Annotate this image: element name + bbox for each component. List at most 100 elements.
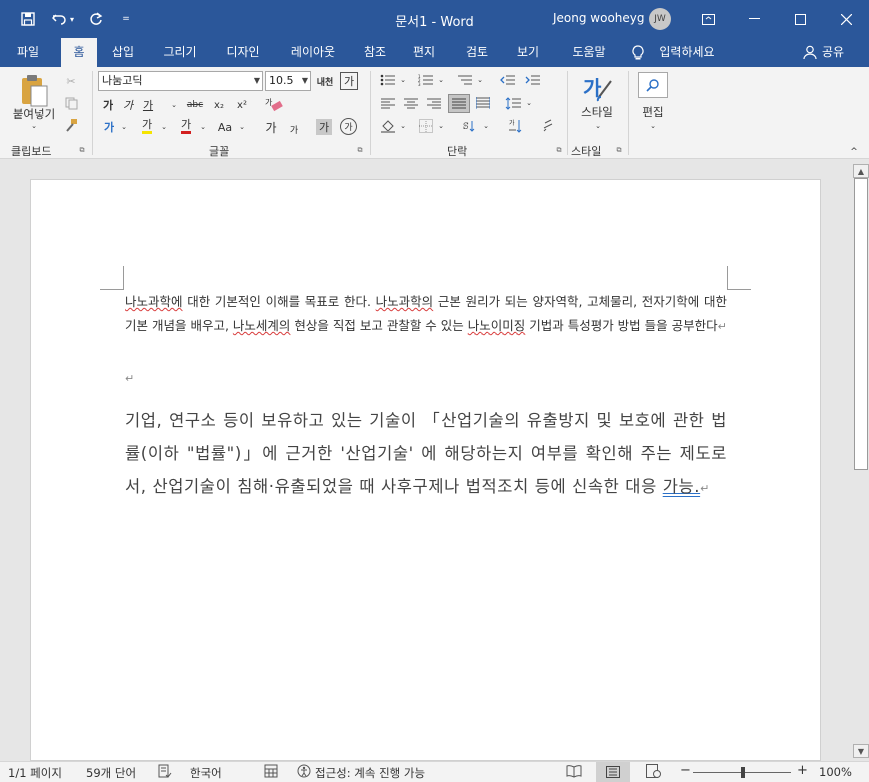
font-launcher-icon[interactable]: ⧉ (355, 145, 365, 155)
tab-mailings[interactable]: 편지 (404, 38, 444, 67)
paste-icon[interactable] (18, 73, 50, 109)
scroll-down-icon[interactable]: ▼ (853, 744, 869, 758)
phonetic-guide-icon[interactable]: 가 (340, 72, 358, 90)
proofing-icon[interactable] (158, 764, 172, 781)
vertical-scrollbar[interactable]: ▲ ▼ (853, 162, 869, 761)
shrink-font-button[interactable]: 가 (285, 121, 303, 137)
char-shading-button[interactable]: 가 (316, 119, 332, 135)
zoom-slider-thumb[interactable] (741, 767, 745, 778)
scroll-up-icon[interactable]: ▲ (853, 164, 869, 178)
copy-icon[interactable] (63, 95, 79, 111)
tab-home[interactable]: 홈 (61, 38, 97, 67)
minimize-icon[interactable] (731, 0, 777, 38)
shading-icon[interactable] (379, 118, 397, 134)
font-size-select[interactable]: 10.5 ▼ (265, 71, 311, 91)
styles-chevron-icon[interactable]: ⌄ (592, 121, 604, 131)
borders-icon[interactable] (417, 118, 435, 134)
styles-button[interactable]: 스타일 (574, 105, 620, 119)
editing-chevron-icon[interactable]: ⌄ (647, 121, 659, 131)
collapse-ribbon-icon[interactable]: ^ (848, 147, 860, 157)
tab-references[interactable]: 참조 (355, 38, 395, 67)
borders-chevron-icon[interactable]: ⌄ (436, 119, 446, 133)
subscript-button[interactable]: x₂ (211, 97, 227, 113)
close-icon[interactable] (823, 0, 869, 38)
search-icon[interactable] (638, 72, 668, 98)
underline-chevron-icon[interactable]: ⌄ (169, 97, 179, 113)
lightbulb-icon[interactable] (628, 38, 648, 67)
paragraph-1[interactable]: 나노과학에 대한 기본적인 이해를 목표로 한다. 나노과학의 근본 원리가 되… (125, 290, 727, 339)
paragraph-direction-icon[interactable]: ꕷ (462, 118, 480, 134)
highlight-color-button[interactable]: 가 (136, 117, 158, 135)
strikethrough-button[interactable]: abc (184, 97, 206, 113)
bold-button[interactable]: 가 (101, 97, 115, 113)
tab-layout[interactable]: 레이아웃 (280, 38, 346, 67)
bullets-chevron-icon[interactable]: ⌄ (398, 73, 408, 87)
paragraph-2[interactable]: 기업, 연구소 등이 보유하고 있는 기술이 「산업기술의 유출방지 및 보호에… (125, 404, 727, 505)
show-marks-icon[interactable] (540, 118, 556, 134)
language[interactable]: 한국어 (190, 765, 222, 781)
change-case-button[interactable]: Aa (214, 119, 236, 135)
change-case-chevron-icon[interactable]: ⌄ (237, 119, 247, 135)
numbering-icon[interactable]: 123 (417, 73, 435, 87)
shading-chevron-icon[interactable]: ⌄ (398, 119, 408, 133)
person-icon[interactable] (800, 38, 820, 67)
paste-button[interactable]: 붙여넣기 (6, 107, 62, 121)
font-color-chevron-icon[interactable]: ⌄ (198, 119, 208, 135)
text-effects-button[interactable]: 가 (100, 119, 118, 135)
tab-draw[interactable]: 그리기 (154, 38, 206, 67)
line-spacing-icon[interactable] (504, 96, 522, 110)
font-color-button[interactable]: 가 (175, 117, 197, 135)
tab-review[interactable]: 검토 (457, 38, 497, 67)
styles-gallery-icon[interactable]: 가 (580, 73, 614, 103)
share-button[interactable]: 공유 (818, 38, 848, 67)
user-name[interactable]: Jeong wooheyg (553, 11, 645, 25)
read-mode-icon[interactable] (566, 764, 582, 781)
italic-button[interactable]: 가 (121, 97, 135, 113)
zoom-out-button[interactable]: − (680, 763, 691, 778)
sort-icon[interactable]: 가 (507, 118, 525, 134)
maximize-icon[interactable] (777, 0, 823, 38)
line-spacing-chevron-icon[interactable]: ⌄ (524, 96, 534, 110)
zoom-in-button[interactable]: + (797, 763, 808, 778)
distributed-icon[interactable] (474, 96, 492, 110)
tab-insert[interactable]: 삽입 (103, 38, 143, 67)
avatar[interactable]: JW (649, 8, 671, 30)
clear-formatting-icon[interactable]: 가 (263, 95, 285, 113)
tab-design[interactable]: 디자인 (216, 38, 270, 67)
tell-me-search[interactable]: 입력하세요 (654, 38, 720, 67)
paragraph-launcher-icon[interactable]: ⧉ (554, 145, 564, 155)
bullets-icon[interactable] (379, 73, 397, 87)
underline-button[interactable]: 가 (141, 97, 155, 113)
font-name-select[interactable]: 나눔고딕 ▼ (98, 71, 263, 91)
ribbon-display-options-icon[interactable] (685, 0, 731, 38)
page-count[interactable]: 1/1 페이지 (8, 765, 62, 781)
text-effects-chevron-icon[interactable]: ⌄ (119, 119, 129, 135)
highlight-chevron-icon[interactable]: ⌄ (159, 119, 169, 135)
accessibility-status[interactable]: 접근성: 계속 진행 가능 (315, 765, 425, 781)
undo-icon[interactable]: ▾ (48, 9, 78, 29)
cut-icon[interactable]: ✂ (63, 73, 79, 89)
accessibility-icon[interactable] (297, 764, 311, 781)
customize-toolbar-icon[interactable]: = (116, 9, 136, 29)
clipboard-launcher-icon[interactable]: ⧉ (77, 145, 87, 155)
tab-help[interactable]: 도움말 (562, 38, 616, 67)
word-count[interactable]: 59개 단어 (86, 765, 136, 781)
print-layout-icon[interactable] (596, 762, 630, 782)
direction-chevron-icon[interactable]: ⌄ (481, 119, 491, 133)
paste-options-chevron-icon[interactable]: ⌄ (26, 121, 42, 131)
align-center-icon[interactable] (402, 96, 420, 110)
tab-file[interactable]: 파일 (0, 38, 56, 67)
char-spacing-icon[interactable]: 내천 (316, 72, 334, 90)
grow-font-button[interactable]: 가 (262, 119, 280, 135)
align-right-icon[interactable] (425, 96, 443, 110)
tab-view[interactable]: 보기 (508, 38, 548, 67)
web-layout-icon[interactable] (646, 764, 662, 781)
align-left-icon[interactable] (379, 96, 397, 110)
zoom-level[interactable]: 100% (819, 765, 852, 779)
format-painter-icon[interactable] (63, 117, 79, 133)
superscript-button[interactable]: x² (234, 97, 250, 113)
multilevel-list-icon[interactable] (456, 73, 474, 87)
numbering-chevron-icon[interactable]: ⌄ (436, 73, 446, 87)
redo-icon[interactable] (86, 9, 106, 29)
decrease-indent-icon[interactable] (499, 73, 517, 87)
